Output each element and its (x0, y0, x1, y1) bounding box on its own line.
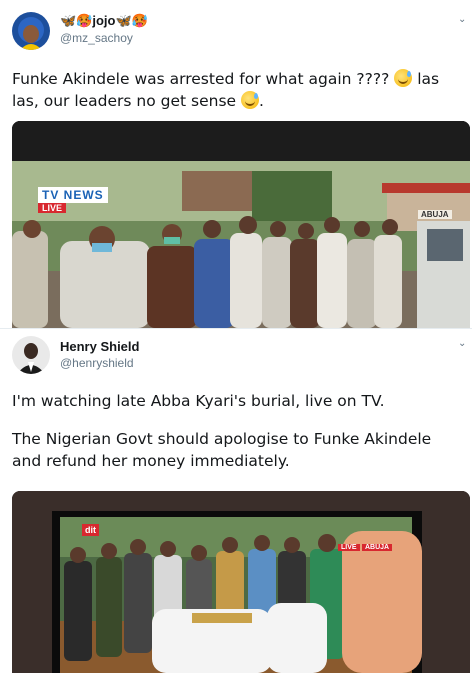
location-sign: ABUJA (418, 210, 452, 219)
display-name[interactable]: 🦋🥵jojo🦋🥵 (60, 13, 148, 29)
grinning-sweat-emoji-icon (394, 69, 413, 87)
tweet-paragraph: I'm watching late Abba Kyari's burial, l… (12, 392, 385, 410)
live-tag: LIVE (338, 544, 360, 551)
tweet-text: I'm watching late Abba Kyari's burial, l… (12, 390, 464, 472)
tv-screen-photo (12, 121, 470, 328)
channel-logo: TV NEWS (38, 187, 108, 203)
display-name[interactable]: Henry Shield (60, 339, 139, 354)
tweet-paragraph: The Nigerian Govt should apologise to Fu… (12, 430, 432, 448)
avatar[interactable] (12, 336, 50, 374)
tweet-media-image[interactable]: TV NEWS LIVE ABUJA (12, 121, 470, 328)
user-handle[interactable]: @henryshield (60, 356, 134, 370)
live-tag: LIVE (38, 203, 67, 213)
avatar[interactable] (12, 12, 50, 50)
chevron-down-icon[interactable]: ⌄ (458, 14, 466, 25)
tweet-media-image[interactable]: dit LIVE ABUJA (12, 491, 470, 673)
location-tag: ABUJA (362, 544, 393, 551)
tweet-text: Funke Akindele was arrested for what aga… (12, 68, 464, 112)
tweet-text-line: las (417, 70, 440, 88)
channel-logo: dit (82, 524, 99, 536)
tweet-card[interactable]: 🦋🥵jojo🦋🥵 @mz_sachoy ⌄ Funke Akindele was… (0, 0, 472, 338)
chevron-down-icon[interactable]: ⌄ (458, 338, 466, 349)
tv-screen-photo (12, 491, 470, 673)
user-handle[interactable]: @mz_sachoy (60, 31, 133, 45)
grinning-sweat-emoji-icon (241, 91, 260, 109)
tweet-paragraph: and refund her money immediately. (12, 452, 290, 470)
tweet-text-line: Funke Akindele was arrested for what aga… (12, 70, 390, 88)
tweet-text-line: las, our leaders no get sense (12, 92, 237, 110)
tweet-text-line: . (259, 92, 264, 110)
tweet-card[interactable]: Henry Shield @henryshield ⌄ I'm watching… (0, 328, 472, 673)
